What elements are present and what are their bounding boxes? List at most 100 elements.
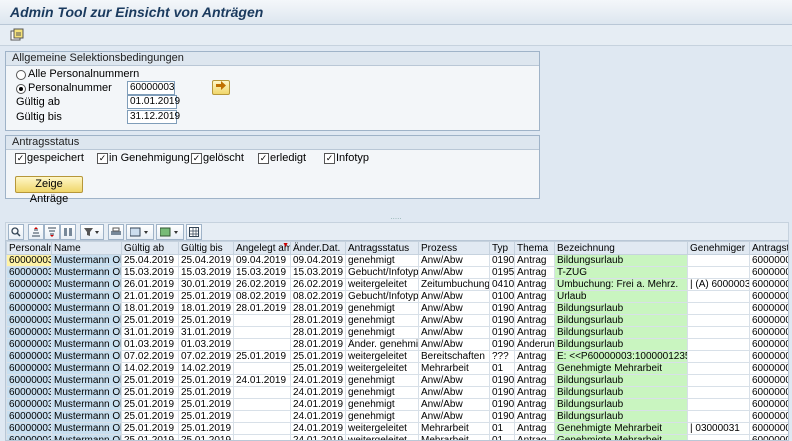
column-header[interactable]: Antragsstatus <box>346 242 419 255</box>
table-cell[interactable]: Anw/Abw <box>419 375 490 387</box>
table-cell[interactable]: Mustermann Oliver <box>52 303 122 315</box>
radio-all-pernr[interactable] <box>16 70 26 80</box>
table-cell[interactable]: 09.04.2019 <box>234 255 291 267</box>
views-button[interactable] <box>126 224 154 240</box>
table-cell[interactable] <box>688 315 750 327</box>
table-cell[interactable]: Antrag <box>515 387 555 399</box>
table-cell[interactable]: Antrag <box>515 435 555 441</box>
table-cell[interactable]: 60000003 <box>7 303 52 315</box>
table-cell[interactable]: 21.01.2019 <box>122 291 179 303</box>
table-cell[interactable] <box>234 435 291 441</box>
table-cell[interactable]: Antrag <box>515 291 555 303</box>
table-cell[interactable]: 60000003 <box>750 279 790 291</box>
table-cell[interactable]: 0190 <box>490 399 515 411</box>
table-cell[interactable] <box>234 411 291 423</box>
table-cell[interactable]: 60000003 <box>7 255 52 267</box>
table-cell[interactable]: genehmigt <box>346 411 419 423</box>
table-cell[interactable]: Mustermann Oliver <box>52 399 122 411</box>
table-row[interactable]: 60000003Mustermann Oliver25.01.201925.01… <box>7 399 790 411</box>
table-row[interactable]: 60000003Mustermann Oliver25.01.201925.01… <box>7 411 790 423</box>
table-row[interactable]: 60000003Mustermann Oliver14.02.201914.02… <box>7 363 790 375</box>
table-cell[interactable]: 60000003 <box>750 387 790 399</box>
table-cell[interactable]: genehmigt <box>346 375 419 387</box>
table-cell[interactable] <box>688 303 750 315</box>
table-cell[interactable]: 25.01.2019 <box>122 411 179 423</box>
table-cell[interactable]: Bildungsurlaub <box>555 315 688 327</box>
table-cell[interactable]: weitergeleitet <box>346 351 419 363</box>
column-header[interactable]: Änder.Dat. <box>291 242 346 255</box>
table-cell[interactable]: 18.01.2019 <box>122 303 179 315</box>
table-cell[interactable]: Gebucht/Infotyp <box>346 291 419 303</box>
table-cell[interactable]: 25.01.2019 <box>234 351 291 363</box>
table-cell[interactable]: 25.01.2019 <box>179 291 234 303</box>
table-cell[interactable]: 31.01.2019 <box>122 327 179 339</box>
table-cell[interactable]: Mustermann Oliver <box>52 255 122 267</box>
table-cell[interactable] <box>688 327 750 339</box>
table-cell[interactable] <box>234 339 291 351</box>
table-cell[interactable]: Bildungsurlaub <box>555 255 688 267</box>
table-cell[interactable] <box>688 267 750 279</box>
table-cell[interactable]: Bildungsurlaub <box>555 327 688 339</box>
table-cell[interactable]: 25.01.2019 <box>179 411 234 423</box>
table-cell[interactable]: 31.01.2019 <box>179 327 234 339</box>
table-cell[interactable]: 60000003 <box>7 399 52 411</box>
table-cell[interactable]: Anw/Abw <box>419 411 490 423</box>
table-cell[interactable]: genehmigt <box>346 399 419 411</box>
table-cell[interactable]: 09.04.2019 <box>291 255 346 267</box>
table-cell[interactable]: genehmigt <box>346 315 419 327</box>
column-header[interactable]: Thema <box>515 242 555 255</box>
table-cell[interactable]: 0195 <box>490 267 515 279</box>
column-header[interactable]: Gültig bis <box>179 242 234 255</box>
table-cell[interactable]: 18.01.2019 <box>179 303 234 315</box>
table-row[interactable]: 60000003Mustermann Oliver01.03.201901.03… <box>7 339 790 351</box>
table-cell[interactable]: 60000003 <box>750 363 790 375</box>
table-cell[interactable]: Genehmigte Mehrarbeit <box>555 363 688 375</box>
table-cell[interactable]: 28.01.2019 <box>291 315 346 327</box>
table-cell[interactable]: 01 <box>490 423 515 435</box>
table-cell[interactable]: Mustermann Oliver <box>52 351 122 363</box>
table-cell[interactable]: Mustermann Oliver <box>52 363 122 375</box>
find-button[interactable] <box>60 224 76 240</box>
table-cell[interactable]: 01.03.2019 <box>122 339 179 351</box>
column-header[interactable]: Angelegt am▼ <box>234 242 291 255</box>
print-button[interactable] <box>108 224 124 240</box>
table-cell[interactable]: E: <<P60000003:10000012357>> <box>555 351 688 363</box>
table-cell[interactable]: 24.01.2019 <box>234 375 291 387</box>
table-row[interactable]: 60000003Mustermann Oliver31.01.201931.01… <box>7 327 790 339</box>
table-cell[interactable]: 25.01.2019 <box>122 399 179 411</box>
table-cell[interactable]: Zeitumbuchungen <box>419 279 490 291</box>
table-cell[interactable]: 60000003 <box>750 435 790 441</box>
table-row[interactable]: 60000003Mustermann Oliver07.02.201907.02… <box>7 351 790 363</box>
splitter-handle[interactable]: ..... <box>0 214 792 220</box>
column-header[interactable]: Typ <box>490 242 515 255</box>
table-cell[interactable]: | 03000031 <box>688 423 750 435</box>
table-cell[interactable]: 07.02.2019 <box>179 351 234 363</box>
table-cell[interactable]: 25.01.2019 <box>179 423 234 435</box>
table-cell[interactable] <box>688 255 750 267</box>
table-cell[interactable]: 28.01.2019 <box>291 327 346 339</box>
table-cell[interactable]: Genehmigte Mehrarbeit <box>555 435 688 441</box>
table-cell[interactable]: 15.03.2019 <box>234 267 291 279</box>
table-cell[interactable]: Anw/Abw <box>419 387 490 399</box>
table-cell[interactable]: 60000003 <box>7 315 52 327</box>
table-cell[interactable]: Antrag <box>515 411 555 423</box>
table-cell[interactable]: 28.01.2019 <box>291 339 346 351</box>
table-cell[interactable] <box>688 411 750 423</box>
table-cell[interactable]: 25.01.2019 <box>122 315 179 327</box>
table-cell[interactable]: Mustermann Oliver <box>52 267 122 279</box>
sort-ascending-button[interactable] <box>28 224 44 240</box>
table-cell[interactable]: 26.02.2019 <box>291 279 346 291</box>
table-cell[interactable]: Mustermann Oliver <box>52 315 122 327</box>
table-cell[interactable]: 07.02.2019 <box>122 351 179 363</box>
table-cell[interactable]: 08.02.2019 <box>234 291 291 303</box>
table-cell[interactable]: genehmigt <box>346 303 419 315</box>
table-cell[interactable]: Antrag <box>515 363 555 375</box>
table-cell[interactable]: 60000003 <box>7 363 52 375</box>
table-row[interactable]: 60000003Mustermann Oliver15.03.201915.03… <box>7 267 790 279</box>
table-cell[interactable]: Bildungsurlaub <box>555 303 688 315</box>
pernr-input[interactable]: 60000003 <box>127 81 175 95</box>
table-row[interactable]: 60000003Mustermann Oliver21.01.201925.01… <box>7 291 790 303</box>
table-cell[interactable]: 01 <box>490 363 515 375</box>
table-cell[interactable]: Änder. genehmigt <box>346 339 419 351</box>
table-cell[interactable]: 15.03.2019 <box>291 267 346 279</box>
